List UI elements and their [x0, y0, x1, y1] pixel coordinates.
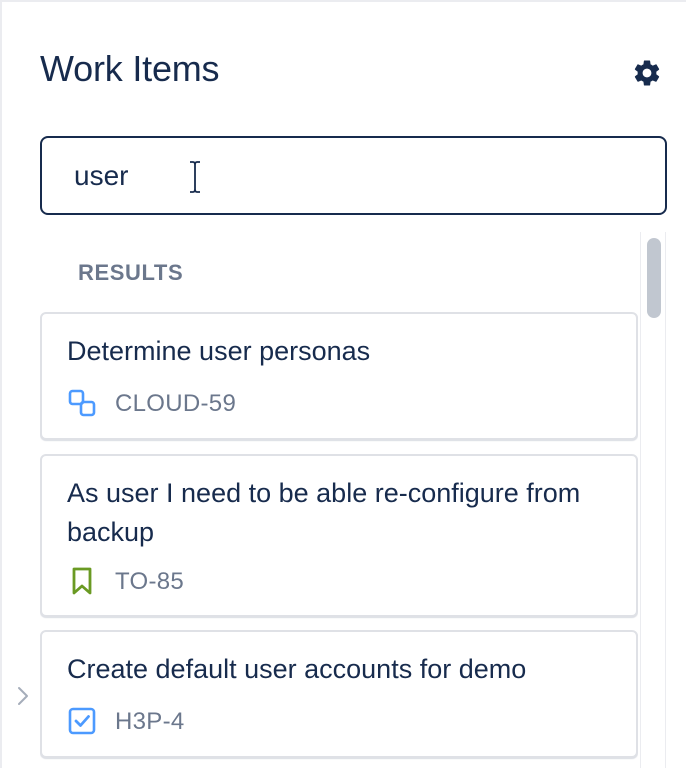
story-bookmark-icon: [67, 566, 97, 596]
search-input[interactable]: [74, 138, 634, 213]
result-title: Create default user accounts for demo: [67, 654, 527, 684]
result-item[interactable]: Determine user personas CLOUD-59: [40, 312, 638, 440]
panel-title: Work Items: [40, 48, 220, 89]
work-items-panel: Work Items RESULTS Determine user person…: [0, 0, 686, 768]
subtask-icon: [67, 388, 97, 418]
result-key: CLOUD-59: [115, 390, 237, 417]
results-heading: RESULTS: [78, 260, 184, 285]
scrollbar-thumb[interactable]: [647, 238, 661, 318]
result-title: Determine user personas: [67, 336, 371, 366]
result-item[interactable]: Create default user accounts for demo H3…: [40, 630, 638, 758]
result-item[interactable]: As user I need to be able re-configure f…: [40, 454, 638, 617]
expand-sidebar-button[interactable]: [12, 682, 34, 710]
results-list[interactable]: RESULTS Determine user personas CLOUD-59…: [40, 232, 638, 768]
results-scrollbar[interactable]: [640, 232, 666, 768]
result-key: TO-85: [115, 568, 185, 595]
settings-button[interactable]: [630, 56, 664, 90]
gear-icon: [634, 60, 660, 86]
result-title: As user I need to be able re-configure f…: [67, 478, 581, 547]
chevron-right-icon: [18, 687, 28, 705]
text-cursor-icon: [190, 161, 200, 193]
result-key: H3P-4: [115, 708, 185, 735]
task-checkbox-icon: [67, 706, 97, 736]
search-field[interactable]: [40, 136, 667, 215]
